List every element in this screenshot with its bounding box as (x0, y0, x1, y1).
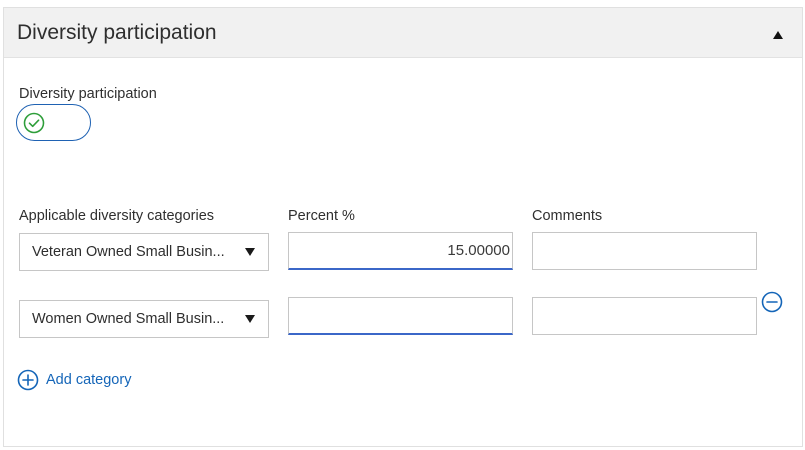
column-header-comments: Comments (532, 208, 603, 224)
add-category-label: Add category (46, 372, 132, 388)
percent-input-row-1[interactable] (288, 232, 513, 270)
comments-input-row-1[interactable] (532, 232, 757, 270)
minus-circle-icon[interactable] (761, 291, 783, 313)
category-select-row-2[interactable]: Women Owned Small Busin... (19, 300, 269, 338)
category-select-row-1[interactable]: Veteran Owned Small Busin... (19, 233, 269, 271)
triangle-up-icon (773, 30, 783, 39)
panel-header[interactable]: Diversity participation (4, 8, 802, 58)
percent-input-row-2[interactable] (288, 297, 513, 335)
add-category-button[interactable]: Add category (17, 369, 131, 391)
plus-circle-icon (17, 369, 39, 391)
category-select-value: Veteran Owned Small Busin... (32, 244, 225, 260)
category-select-value: Women Owned Small Busin... (32, 311, 225, 327)
collapse-button[interactable] (768, 25, 788, 45)
column-header-percent: Percent % (288, 208, 355, 224)
diversity-toggle[interactable] (16, 104, 91, 141)
caret-down-icon (245, 315, 255, 323)
check-circle-icon (23, 112, 45, 134)
diversity-toggle-label: Diversity participation (19, 86, 157, 102)
caret-down-icon (245, 248, 255, 256)
comments-input-row-2[interactable] (532, 297, 757, 335)
column-header-category: Applicable diversity categories (19, 208, 215, 224)
panel-title: Diversity participation (17, 20, 217, 44)
